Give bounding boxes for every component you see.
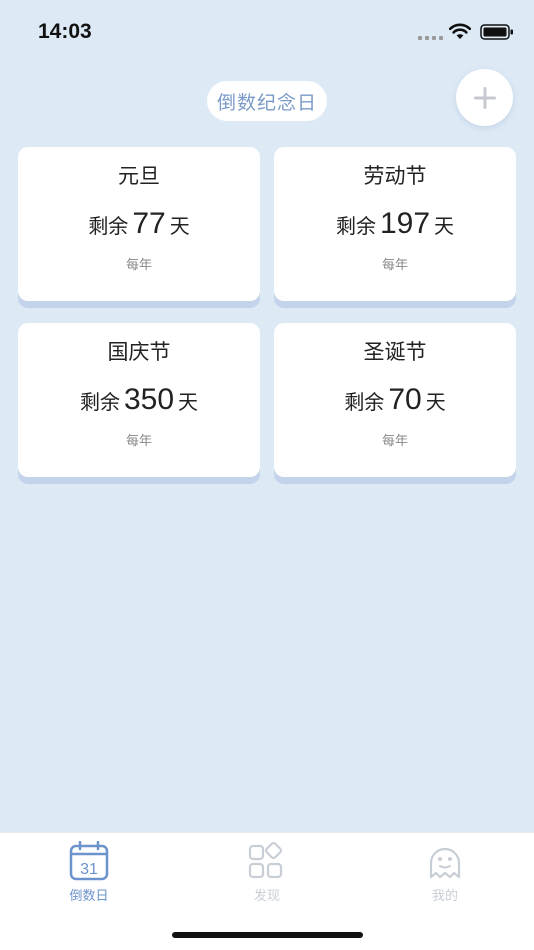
countdown-card-labor-day[interactable]: 劳动节 剩余 197 天 每年 (274, 147, 516, 301)
remaining-label: 剩余 (344, 390, 385, 414)
remaining-label: 剩余 (335, 214, 376, 238)
countdown-card-national-day[interactable]: 国庆节 剩余 350 天 每年 (18, 323, 260, 477)
days-unit: 天 (434, 214, 455, 238)
repeat-label: 每年 (381, 434, 408, 449)
status-time: 14:03 (38, 20, 92, 43)
tab-label: 倒数日 (69, 889, 109, 904)
days-count: 350 (123, 383, 175, 416)
card-remaining: 剩余 77 天 (88, 204, 189, 244)
countdown-card-new-year[interactable]: 元旦 剩余 77 天 每年 (18, 147, 260, 301)
card-title: 圣诞节 (363, 340, 427, 364)
repeat-label: 每年 (381, 258, 408, 273)
tab-label: 我的 (431, 889, 458, 904)
tab-label: 发现 (253, 889, 280, 904)
cellular-signal-icon (418, 36, 443, 40)
card-remaining: 剩余 70 天 (344, 380, 445, 420)
battery-icon (480, 24, 513, 40)
calendar-icon-day: 31 (80, 861, 98, 878)
card-remaining: 剩余 350 天 (80, 380, 198, 420)
add-event-button[interactable] (456, 69, 513, 126)
card-title: 劳动节 (363, 164, 427, 188)
countdown-card-christmas[interactable]: 圣诞节 剩余 70 天 每年 (274, 323, 516, 477)
days-count: 77 (132, 207, 166, 240)
repeat-label: 每年 (125, 434, 152, 449)
card-title: 国庆节 (107, 340, 171, 364)
card-remaining: 剩余 197 天 (336, 204, 454, 244)
days-count: 197 (379, 207, 431, 240)
home-indicator[interactable] (172, 932, 363, 938)
repeat-label: 每年 (125, 258, 152, 273)
wifi-icon (448, 23, 472, 39)
tab-discover[interactable]: 发现 (178, 841, 356, 904)
page-title: 倒数纪念日 (207, 81, 327, 121)
remaining-label: 剩余 (88, 214, 129, 238)
grid-icon (248, 841, 283, 879)
tab-countdown[interactable]: 31 倒数日 (0, 841, 178, 904)
calendar-icon: 31 (69, 841, 109, 881)
plus-icon (473, 86, 496, 109)
ghost-profile-icon (429, 847, 461, 879)
tab-me[interactable]: 我的 (356, 841, 534, 904)
days-unit: 天 (425, 390, 446, 414)
app-screen: 14:03 倒数纪念日 元旦 剩余 77 天 每年 劳动节 剩余 197 天 每… (0, 0, 534, 950)
card-title: 元旦 (118, 164, 160, 188)
remaining-label: 剩余 (79, 390, 120, 414)
status-bar: 14:03 (0, 0, 534, 62)
days-count: 70 (388, 383, 422, 416)
days-unit: 天 (178, 390, 199, 414)
days-unit: 天 (169, 214, 190, 238)
